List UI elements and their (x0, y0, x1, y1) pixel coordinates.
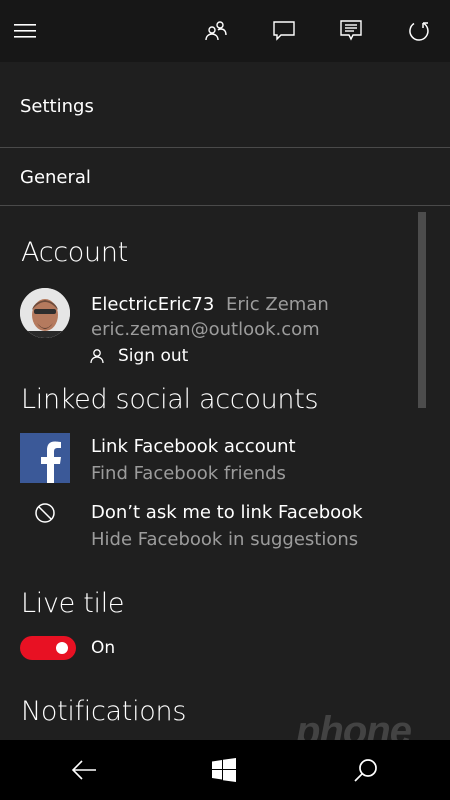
back-icon (71, 760, 96, 780)
linked-accounts-heading: Linked social accounts (21, 384, 319, 415)
dont-ask-facebook-title: Don’t ask me to link Facebook (91, 502, 363, 523)
link-facebook-title: Link Facebook account (91, 436, 296, 457)
friends-button[interactable] (199, 14, 233, 48)
facebook-logo[interactable] (20, 433, 70, 483)
messages-icon (273, 21, 295, 41)
gamertag: ElectricEric73 (91, 294, 215, 315)
block-icon (35, 503, 55, 523)
top-app-bar (0, 0, 450, 62)
live-tile-state: On (91, 638, 116, 658)
dont-ask-facebook-subtitle: Hide Facebook in suggestions (91, 529, 359, 550)
profile-photo (20, 288, 70, 338)
messages-button[interactable] (267, 14, 301, 48)
divider (0, 147, 450, 148)
activity-feed-icon (340, 20, 362, 41)
account-heading: Account (21, 237, 128, 268)
notifications-heading: Notifications (21, 696, 187, 727)
account-email: eric.zeman@outlook.com (91, 319, 320, 340)
back-button[interactable] (64, 752, 104, 788)
toggle-knob (56, 642, 68, 654)
dont-ask-facebook-item[interactable]: Don’t ask me to link Facebook Hide Faceb… (88, 499, 408, 555)
breadcrumb-general[interactable]: General (20, 167, 91, 188)
breadcrumb-settings[interactable]: Settings (20, 96, 94, 117)
start-button[interactable] (204, 752, 244, 788)
real-name: Eric Zeman (226, 294, 329, 315)
live-tile-heading: Live tile (21, 588, 125, 619)
facebook-icon (41, 441, 61, 483)
system-nav-bar (0, 740, 450, 800)
person-icon (90, 349, 104, 364)
windows-start-icon (212, 758, 236, 782)
hamburger-menu-button[interactable] (8, 14, 42, 48)
search-icon (354, 759, 377, 782)
live-tile-toggle[interactable] (20, 636, 76, 660)
link-facebook-item[interactable]: Link Facebook account Find Facebook frie… (88, 432, 408, 488)
hamburger-menu-icon (14, 24, 36, 38)
avatar (20, 288, 70, 338)
refresh-button[interactable] (402, 14, 436, 48)
friends-icon (205, 21, 227, 41)
activity-feed-button[interactable] (334, 14, 368, 48)
sign-out-button[interactable]: Sign out (88, 344, 198, 368)
refresh-icon (409, 22, 429, 41)
divider (0, 205, 450, 206)
sign-out-label: Sign out (118, 346, 189, 366)
link-facebook-subtitle: Find Facebook friends (91, 463, 286, 484)
search-button[interactable] (346, 752, 386, 788)
scrollbar[interactable] (418, 212, 426, 408)
